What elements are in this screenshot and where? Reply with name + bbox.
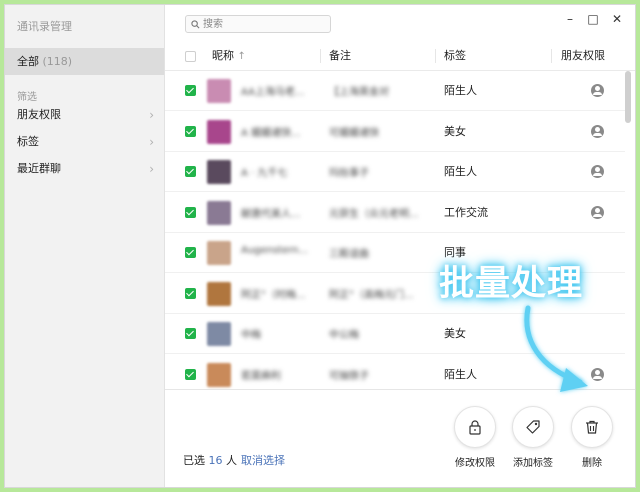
contact-tag: 陌生人 [444,367,477,381]
chevron-right-icon: › [149,162,154,176]
contact-nickname: AA上海马老... [241,87,305,98]
sidebar: 通讯录管理 全部 (118) 筛选 朋友权限 › 标签 › 最近群聊 › [5,5,165,487]
avatar [207,362,231,387]
column-divider [551,49,552,63]
app-title: 通讯录管理 [17,20,72,33]
nickname-header-label: 昵称 [212,49,234,62]
contact-remark: 可媚媚诸快 [329,127,379,139]
row-checkbox[interactable] [185,287,196,299]
contact-tag: 陌生人 [444,165,477,178]
search-input[interactable]: 搜索 [185,15,331,33]
contact-remark: 阿正°（高梅元门... [329,289,414,301]
contact-remark: 三殿谊曲 [329,249,369,260]
search-placeholder: 搜索 [203,19,223,30]
table-row[interactable]: A · 九千七 玛抬事子 陌生人 [165,152,625,192]
avatar [207,160,231,184]
sidebar-item-all[interactable]: 全部 (118) [5,48,164,75]
user-icon [591,124,604,138]
row-checkbox[interactable] [185,247,196,258]
contact-nickname: 阿正°（时梅... [241,289,306,301]
contact-tag: 陌生人 [444,84,477,97]
row-checkbox[interactable] [185,206,196,218]
table-header: 昵称 ↑ 备注 标签 朋友权限 [165,41,635,72]
avatar [207,241,231,265]
edit-permission-label: 修改权限 [455,458,495,469]
sidebar-item-friend-permission[interactable]: 朋友权限 › [5,102,164,128]
selected-count: 16 [208,454,223,467]
column-header-remark[interactable]: 备注 [329,41,351,71]
contact-remark: 中公梅 [329,330,359,341]
column-header-nickname[interactable]: 昵称 ↑ [212,41,246,72]
contact-tag: 美女 [444,124,466,138]
minimize-button[interactable]: – [563,12,577,26]
row-checkbox[interactable] [185,85,196,96]
table-row[interactable]: 献唐代美人... 元获生（众元老明... 工作交流 [165,193,625,233]
contact-nickname: Augenstern... [241,245,309,256]
select-all-checkbox[interactable] [185,51,196,62]
maximize-button[interactable]: □ [586,12,600,26]
filter-section-label: 筛选 [17,92,37,103]
table-row[interactable]: A 媚媚诸快... 可媚媚诸快 美女 [165,112,625,152]
close-button[interactable]: ✕ [610,12,624,26]
edit-permission-button[interactable]: 修改权限 [445,406,505,469]
contact-nickname: 若莫麻利 [241,370,281,382]
table-scrollbar[interactable] [625,71,631,123]
row-checkbox[interactable] [185,166,196,177]
selected-count-text: 已选 16 人 [183,452,237,468]
contact-remark: 玛抬事子 [329,168,369,179]
sort-ascending-icon: ↑ [237,51,246,62]
sidebar-item-recent-groups[interactable]: 最近群聊 › [5,156,164,182]
overlay-title: 批量处理 [439,264,584,304]
contacts-manager-window: 通讯录管理 全部 (118) 筛选 朋友权限 › 标签 › 最近群聊 › 搜索 … [4,4,636,488]
column-divider [320,49,321,63]
user-icon [591,165,604,178]
tag-icon [526,420,540,434]
trash-icon [586,420,598,434]
search-icon [191,20,200,29]
sidebar-item-all-count: (118) [42,55,73,68]
column-header-tag[interactable]: 标签 [444,41,466,71]
avatar [207,200,231,225]
sidebar-item-label: 标签 [17,135,39,148]
contact-remark: 【上海英金对 [329,87,389,98]
contact-remark: 元获生（众元老明... [329,208,419,220]
contact-nickname: 中梅 [241,330,261,341]
row-checkbox[interactable] [185,125,196,137]
lock-icon [469,420,481,435]
column-header-permission[interactable]: 朋友权限 [561,41,605,71]
avatar [207,322,231,346]
avatar [207,281,231,306]
avatar [207,119,231,144]
selected-suffix: 人 [226,454,237,467]
sidebar-item-tags[interactable]: 标签 › [5,129,164,155]
contact-nickname: 献唐代美人... [241,208,301,220]
contact-nickname: A 媚媚诸快... [241,127,301,139]
contact-nickname: A · 九千七 [241,168,288,179]
sidebar-item-label: 最近群聊 [17,162,61,175]
user-icon [591,205,604,219]
avatar [207,79,231,103]
row-checkbox[interactable] [185,368,196,380]
delete-label: 删除 [582,458,602,469]
add-tag-button[interactable]: 添加标签 [503,406,563,469]
delete-button[interactable]: 删除 [562,406,622,469]
chevron-right-icon: › [149,135,154,149]
row-checkbox[interactable] [185,328,196,339]
add-tag-label: 添加标签 [513,458,553,469]
contact-tag: 美女 [444,327,466,340]
column-divider [435,49,436,63]
user-icon [591,84,604,97]
chevron-right-icon: › [149,108,154,122]
selected-prefix: 已选 [183,454,205,467]
pointer-arrow-icon [524,305,588,392]
table-row[interactable]: AA上海马老... 【上海英金对 陌生人 [165,71,625,111]
contact-remark: 可抽铁子 [329,370,369,382]
sidebar-item-all-label: 全部 [17,55,39,68]
contact-tag: 工作交流 [444,205,488,219]
sidebar-item-label: 朋友权限 [17,108,61,121]
deselect-link[interactable]: 取消选择 [241,452,285,468]
